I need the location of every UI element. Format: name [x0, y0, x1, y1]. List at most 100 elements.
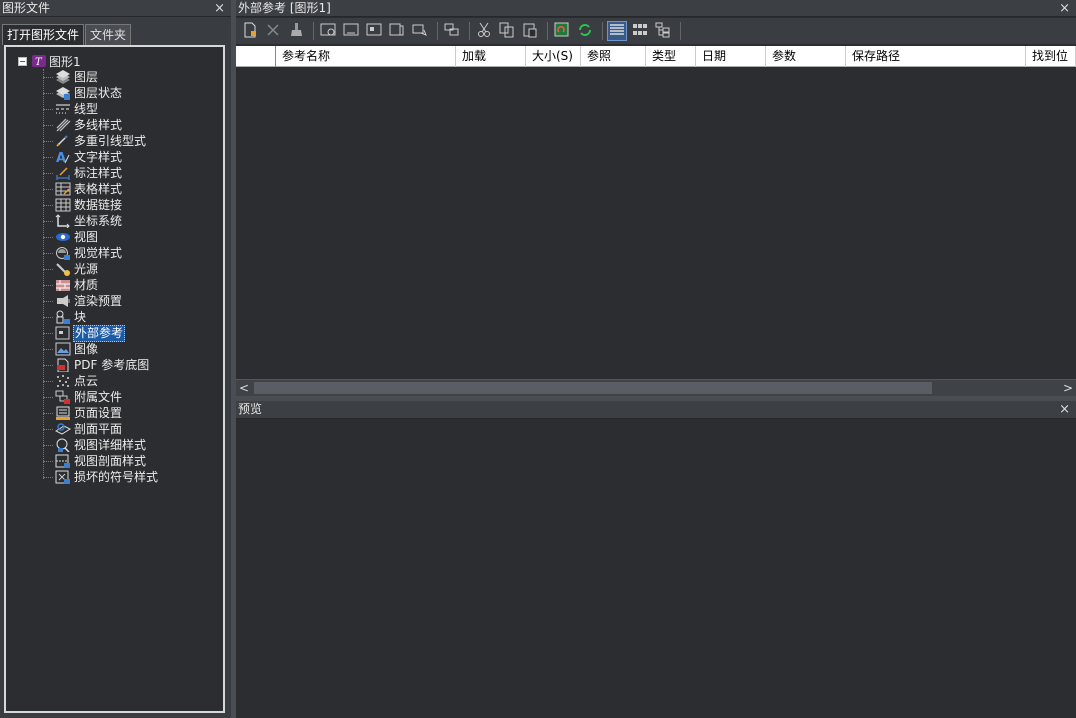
- scroll-left-icon[interactable]: <: [236, 380, 252, 397]
- tree-item-label: 附属文件: [74, 389, 123, 404]
- tree-connector: [43, 188, 53, 190]
- tree-connector: [43, 316, 53, 318]
- tree-item-label: 点云: [74, 373, 99, 388]
- section-view-style-icon: [55, 454, 71, 468]
- tree-connector: [43, 172, 53, 174]
- tree-item-ucs[interactable]: 坐标系统: [43, 213, 123, 229]
- tree-item-image[interactable]: 图像: [43, 341, 99, 357]
- tree-item-text-style[interactable]: A 文字样式: [43, 149, 123, 166]
- tree-connector: [43, 204, 53, 206]
- cut-button[interactable]: [474, 21, 494, 41]
- tab-folder[interactable]: 文件夹: [85, 24, 132, 45]
- path-button[interactable]: [410, 21, 430, 41]
- scroll-right-icon[interactable]: >: [1060, 380, 1076, 397]
- tree-item-broken-symbol-style[interactable]: 损坏的符号样式: [43, 469, 159, 485]
- drawing-files-title-bar: 图形文件 ×: [0, 0, 231, 17]
- tree-item-section-view-style[interactable]: 视图剖面样式: [43, 453, 147, 469]
- tree-item-page-setup[interactable]: 页面设置: [43, 405, 123, 421]
- open-button[interactable]: [387, 21, 407, 41]
- detach-button[interactable]: [263, 21, 283, 41]
- tree-item-mline-style[interactable]: 多线样式: [43, 117, 123, 133]
- horizontal-scrollbar[interactable]: < >: [236, 379, 1076, 396]
- xref-toolbar: [236, 18, 1076, 44]
- dim-style-icon: [55, 166, 71, 180]
- tree-item-label: 表格样式: [74, 181, 123, 196]
- detail-view-style-icon: [55, 438, 71, 453]
- tree-item-label: PDF 参考底图: [74, 357, 150, 372]
- unload-button[interactable]: [341, 21, 361, 41]
- attach-file-button[interactable]: [240, 21, 260, 41]
- tree-item-layer-state[interactable]: 图层状态: [43, 85, 123, 101]
- tree-root-node[interactable]: − T 图形1: [18, 53, 81, 69]
- reload-button[interactable]: [318, 21, 338, 41]
- paste-button[interactable]: [520, 21, 540, 41]
- tree-connector: [43, 332, 53, 334]
- column-header[interactable]: 日期: [696, 46, 766, 67]
- close-icon[interactable]: ×: [214, 0, 225, 17]
- tree-view-button[interactable]: [653, 21, 673, 41]
- column-header[interactable]: 参照: [581, 46, 646, 67]
- tree-item-label: 图层状态: [74, 85, 123, 100]
- tree-item-detail-view-style[interactable]: 视图详细样式: [43, 437, 147, 453]
- tree-connector: [43, 428, 53, 430]
- column-header[interactable]: 参数: [766, 46, 846, 67]
- tree-connector: [43, 140, 53, 142]
- root-label: 图形1: [49, 54, 81, 69]
- delete-x-icon: [266, 23, 280, 40]
- tree-item-material[interactable]: 材质: [43, 277, 99, 293]
- list-view-button[interactable]: [607, 21, 627, 41]
- change-type-button[interactable]: [442, 21, 462, 41]
- thumbnail-view-button[interactable]: [630, 21, 650, 41]
- column-header-status[interactable]: [236, 46, 276, 67]
- tree-item-xref[interactable]: 外部参考: [43, 324, 126, 342]
- scrollbar-thumb[interactable]: [254, 382, 932, 394]
- tree-item-light[interactable]: 光源: [43, 261, 99, 277]
- copy-button[interactable]: [497, 21, 517, 41]
- column-header[interactable]: 参考名称: [276, 46, 456, 67]
- mline-style-icon: [55, 118, 71, 132]
- tree-item-label: 外部参考: [73, 324, 126, 342]
- tree-item-visual-style[interactable]: 视觉样式: [43, 245, 123, 261]
- close-icon[interactable]: ×: [1059, 0, 1070, 17]
- collapse-icon[interactable]: −: [18, 56, 27, 66]
- close-icon[interactable]: ×: [1059, 401, 1070, 418]
- tree-item-label: 页面设置: [74, 405, 123, 420]
- tree-item-block[interactable]: 块: [43, 309, 87, 325]
- tree-item-pdf-underlay[interactable]: PDF 参考底图: [43, 357, 150, 373]
- tree-item-label: 光源: [74, 261, 99, 276]
- tree-item-label: 文字样式: [74, 149, 123, 164]
- refresh-selected-button[interactable]: [552, 21, 572, 41]
- tree-connector: [43, 476, 53, 478]
- tree-connector: [43, 364, 53, 366]
- column-header[interactable]: 找到位: [1026, 46, 1076, 67]
- column-header[interactable]: 保存路径: [846, 46, 1026, 67]
- tree-item-mleader-style[interactable]: 多重引线型式: [43, 133, 147, 149]
- column-header[interactable]: 大小(S): [526, 46, 581, 67]
- column-header[interactable]: 加载: [456, 46, 526, 67]
- tree-item-linetype[interactable]: 线型: [43, 101, 99, 117]
- cleanup-button[interactable]: [286, 21, 306, 41]
- tree-item-attached-file[interactable]: 附属文件: [43, 389, 123, 405]
- tree-item-dim-style[interactable]: 标注样式: [43, 165, 123, 181]
- tree-view-icon: [655, 22, 671, 41]
- tree-item-layer[interactable]: 图层: [43, 69, 99, 85]
- tree-item-data-link[interactable]: 数据链接: [43, 197, 123, 213]
- light-icon: [55, 262, 71, 276]
- tree-item-table-style[interactable]: 表格样式: [43, 181, 123, 197]
- refresh-image-icon: [554, 22, 570, 41]
- xref-grid-body[interactable]: [236, 67, 1076, 379]
- tab-open-drawings[interactable]: 打开图形文件: [2, 24, 85, 45]
- tree-connector: [43, 156, 53, 158]
- column-header[interactable]: 类型: [646, 46, 696, 67]
- toolbar-separator: [437, 22, 438, 40]
- tree-connector: [43, 108, 53, 110]
- tree-item-render-preset[interactable]: 渲染预置: [43, 293, 123, 309]
- refresh-all-button[interactable]: [575, 21, 595, 41]
- xref-title: 外部参考 [图形1]: [238, 1, 331, 15]
- tree-item-view[interactable]: 视图: [43, 229, 99, 245]
- tree-item-label: 线型: [74, 101, 99, 116]
- bind-button[interactable]: [364, 21, 384, 41]
- tree-item-section-plane[interactable]: 剖面平面: [43, 421, 123, 437]
- tree-item-point-cloud[interactable]: 点云: [43, 373, 99, 389]
- preview-title: 预览: [238, 402, 263, 416]
